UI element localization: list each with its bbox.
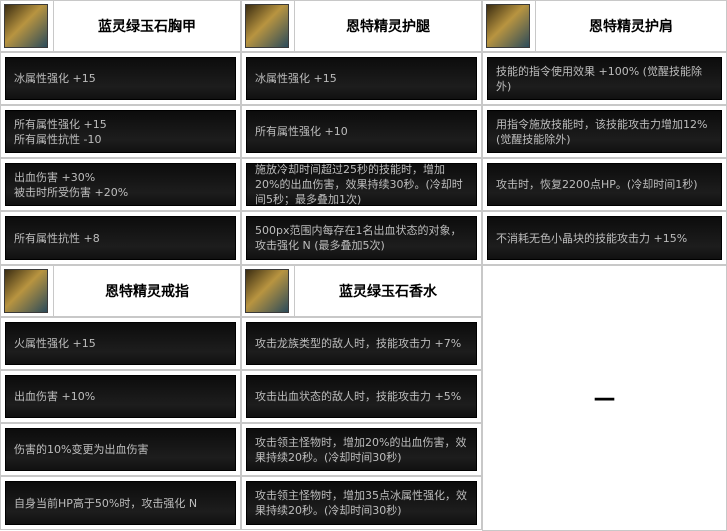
effect-row: 施放冷却时间超过25秒的技能时，增加20%的出血伤害，效果持续30秒。(冷却时间… [246,163,477,206]
item-name: 蓝灵绿玉石胸甲 [53,1,240,51]
effect-text: 攻击龙族类型的敌人时，技能攻击力 +7% [255,337,462,350]
chest-armor-icon [4,4,48,48]
effect-row: 用指令施放技能时，该技能攻击力增加12% (觉醒技能除外) [487,110,722,153]
effect-text: 所有属性强化 +10 [255,125,348,138]
effect-text: 攻击领主怪物时，增加20%的出血伤害，效果持续20秒。(冷却时间30秒) [255,435,467,464]
effect-row: 攻击领主怪物时，增加20%的出血伤害，效果持续20秒。(冷却时间30秒) [246,428,477,471]
effect-row: 出血伤害 +30% 被击时所受伤害 +20% [5,163,236,206]
effect-text: 攻击时，恢复2200点HP。(冷却时间1秒) [496,178,698,191]
effect-row: 技能的指令使用效果 +100% (觉醒技能除外) [487,57,722,100]
effect-row: 攻击龙族类型的敌人时，技能攻击力 +7% [246,322,477,365]
effect-cell: 500px范围内每存在1名出血状态的对象，攻击强化 N (最多叠加5次) [241,211,482,265]
ring-icon [4,269,48,313]
effect-cell: 用指令施放技能时，该技能攻击力增加12% (觉醒技能除外) [482,105,727,158]
effect-row: 自身当前HP高于50%时，攻击强化 N [5,481,236,525]
effect-text: 冰属性强化 +15 [14,72,96,85]
item-header: 恩特精灵戒指 [0,265,241,317]
effect-cell: 攻击领主怪物时，增加35点冰属性强化，效果持续20秒。(冷却时间30秒) [241,476,482,530]
effect-text: 500px范围内每存在1名出血状态的对象，攻击强化 N (最多叠加5次) [255,224,462,252]
shoulder-armor-icon [486,4,530,48]
effect-row: 冰属性强化 +15 [5,57,236,100]
effect-text: 攻击出血状态的敌人时，技能攻击力 +5% [255,390,462,403]
effect-cell: 所有属性强化 +10 [241,105,482,158]
effect-row: 所有属性抗性 +8 [5,216,236,260]
item-name: 恩特精灵护肩 [535,1,726,51]
perfume-bottle-icon [245,269,289,313]
equipment-effects-table: — 蓝灵绿玉石胸甲冰属性强化 +15 所有属性强化 +15 所有属性抗性 -10 出血… [0,0,727,531]
effect-cell: 伤害的10%变更为出血伤害 [0,423,241,476]
effect-text: 所有属性强化 +15 [14,117,107,131]
effect-text: 自身当前HP高于50%时，攻击强化 N [14,496,198,510]
item-header: 恩特精灵护肩 [482,0,727,52]
effect-cell: 攻击出血状态的敌人时，技能攻击力 +5% [241,370,482,423]
effect-cell: 攻击时，恢复2200点HP。(冷却时间1秒) [482,158,727,211]
empty-cell: — [482,265,727,531]
effect-text: 技能的指令使用效果 +100% (觉醒技能除外) [496,64,702,93]
leg-armor-icon [245,4,289,48]
effect-row: 攻击出血状态的敌人时，技能攻击力 +5% [246,375,477,418]
effect-cell: 技能的指令使用效果 +100% (觉醒技能除外) [482,52,727,105]
item-header: 恩特精灵护腿 [241,0,482,52]
effect-text: 用指令施放技能时，该技能攻击力增加12% (觉醒技能除外) [496,117,708,146]
item-name: 恩特精灵护腿 [294,1,481,51]
effect-cell: 所有属性强化 +15 所有属性抗性 -10 [0,105,241,158]
effect-text: 不消耗无色小晶块的技能攻击力 +15% [496,231,688,245]
item-name: 恩特精灵戒指 [53,266,240,316]
effect-cell: 攻击领主怪物时，增加20%的出血伤害，效果持续20秒。(冷却时间30秒) [241,423,482,476]
effect-text: 冰属性强化 +15 [255,72,337,85]
effect-cell: 攻击龙族类型的敌人时，技能攻击力 +7% [241,317,482,370]
effect-cell: 所有属性抗性 +8 [0,211,241,265]
effect-text: 出血伤害 +30% [14,170,96,184]
effect-row: 所有属性强化 +15 所有属性抗性 -10 [5,110,236,153]
effect-row: 伤害的10%变更为出血伤害 [5,428,236,471]
effect-text: 所有属性抗性 -10 [14,132,102,146]
effect-text: 火属性强化 +15 [14,337,96,350]
effect-cell: 不消耗无色小晶块的技能攻击力 +15% [482,211,727,265]
effect-text: 所有属性抗性 +8 [14,231,100,245]
effect-row: 火属性强化 +15 [5,322,236,365]
effect-cell: 施放冷却时间超过25秒的技能时，增加20%的出血伤害，效果持续30秒。(冷却时间… [241,158,482,211]
effect-cell: 火属性强化 +15 [0,317,241,370]
effect-cell: 出血伤害 +10% [0,370,241,423]
effect-row: 攻击时，恢复2200点HP。(冷却时间1秒) [487,163,722,206]
item-header: 蓝灵绿玉石香水 [241,265,482,317]
effect-text: 伤害的10%变更为出血伤害 [14,443,149,456]
effect-row: 冰属性强化 +15 [246,57,477,100]
effect-cell: 自身当前HP高于50%时，攻击强化 N [0,476,241,530]
effect-text: 施放冷却时间超过25秒的技能时，增加20%的出血伤害，效果持续30秒。(冷却时间… [255,163,463,206]
effect-cell: 出血伤害 +30% 被击时所受伤害 +20% [0,158,241,211]
effect-row: 出血伤害 +10% [5,375,236,418]
item-name: 蓝灵绿玉石香水 [294,266,481,316]
effect-row: 攻击领主怪物时，增加35点冰属性强化，效果持续20秒。(冷却时间30秒) [246,481,477,525]
effect-cell: 冰属性强化 +15 [241,52,482,105]
effect-cell: 冰属性强化 +15 [0,52,241,105]
effect-text: 出血伤害 +10% [14,390,96,403]
effect-row: 不消耗无色小晶块的技能攻击力 +15% [487,216,722,260]
effect-row: 所有属性强化 +10 [246,110,477,153]
empty-dash: — [593,385,616,411]
effect-row: 500px范围内每存在1名出血状态的对象，攻击强化 N (最多叠加5次) [246,216,477,260]
effect-text: 攻击领主怪物时，增加35点冰属性强化，效果持续20秒。(冷却时间30秒) [255,489,467,517]
item-header: 蓝灵绿玉石胸甲 [0,0,241,52]
effect-text: 被击时所受伤害 +20% [14,185,129,199]
